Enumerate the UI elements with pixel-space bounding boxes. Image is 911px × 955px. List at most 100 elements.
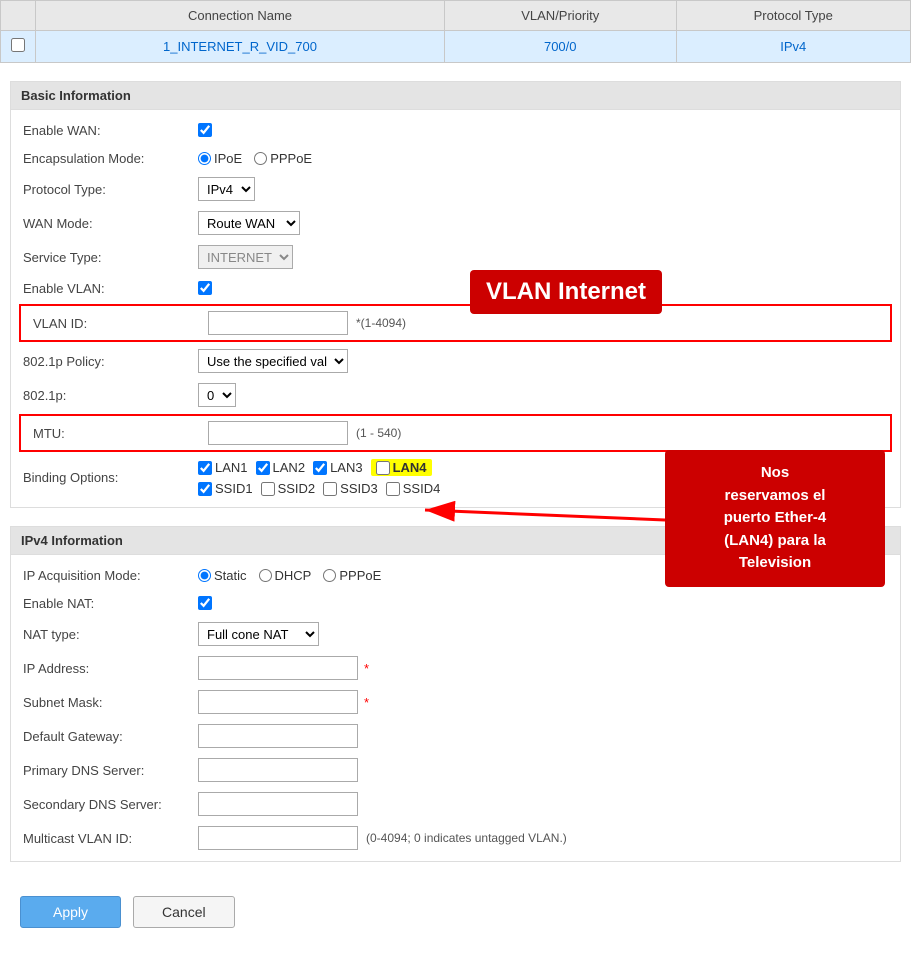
nos-arrow-line	[425, 510, 665, 520]
primary-dns-row: Primary DNS Server: 1.1.1.1	[11, 753, 900, 787]
col-connection-name: Connection Name	[36, 1, 445, 31]
ip-acq-static-label: Static	[214, 568, 247, 583]
primary-dns-label: Primary DNS Server:	[23, 763, 198, 778]
binding-ssid3-checkbox[interactable]	[323, 482, 337, 496]
button-row: Apply Cancel	[0, 880, 911, 944]
nos-reservamos-text: Nosreservamos elpuerto Ether-4(LAN4) par…	[724, 464, 827, 571]
ip-address-row: IP Address: 192.168.70.100 *	[11, 651, 900, 685]
col-checkbox	[1, 1, 36, 31]
ip-address-label: IP Address:	[23, 661, 198, 676]
dot1p-policy-select[interactable]: Use the specified valCopy from inner	[198, 349, 348, 373]
multicast-vlan-hint: (0-4094; 0 indicates untagged VLAN.)	[366, 831, 567, 845]
apply-button[interactable]: Apply	[20, 896, 121, 928]
mtu-label: MTU:	[33, 426, 208, 441]
service-type-select[interactable]: INTERNET	[198, 245, 293, 269]
primary-dns-input[interactable]: 1.1.1.1	[198, 758, 358, 782]
binding-lan3-checkbox[interactable]	[313, 461, 327, 475]
col-protocol-type: Protocol Type	[676, 1, 910, 31]
secondary-dns-row: Secondary DNS Server: 8.8.8.8	[11, 787, 900, 821]
subnet-mask-required: *	[364, 695, 369, 710]
binding-lan1: LAN1	[198, 460, 248, 475]
service-type-row: Service Type: INTERNET	[11, 240, 900, 274]
enable-wan-row: Enable WAN:	[11, 116, 900, 144]
binding-ssid2-checkbox[interactable]	[261, 482, 275, 496]
protocol-type-label: Protocol Type:	[23, 182, 198, 197]
default-gw-row: Default Gateway: 192.168.70.1	[11, 719, 900, 753]
basic-info-header: Basic Information	[11, 82, 900, 110]
enable-wan-label: Enable WAN:	[23, 123, 198, 138]
multicast-vlan-row: Multicast VLAN ID: (0-4094; 0 indicates …	[11, 821, 900, 855]
binding-ssid3: SSID3	[323, 481, 378, 496]
binding-row-2: SSID1 SSID2 SSID3 SSID4	[198, 481, 440, 496]
binding-lan3: LAN3	[313, 460, 363, 475]
binding-ssid1-checkbox[interactable]	[198, 482, 212, 496]
ip-acq-static-radio[interactable]	[198, 569, 211, 582]
binding-lan2-checkbox[interactable]	[256, 461, 270, 475]
dot1p-label: 802.1p:	[23, 388, 198, 403]
subnet-mask-row: Subnet Mask: 255.255.255.0 *	[11, 685, 900, 719]
dot1p-policy-label: 802.1p Policy:	[23, 354, 198, 369]
ip-acq-pppoe-label: PPPoE	[339, 568, 381, 583]
mtu-hint: (1 - 540)	[356, 426, 401, 440]
encapsulation-pppoe-label: PPPoE	[270, 151, 312, 166]
encapsulation-ipoe-label: IPoE	[214, 151, 242, 166]
encapsulation-row: Encapsulation Mode: IPoE PPPoE	[11, 144, 900, 172]
ip-acq-pppoe-radio[interactable]	[323, 569, 336, 582]
ip-address-input[interactable]: 192.168.70.100	[198, 656, 358, 680]
nat-type-row: NAT type: Full cone NAT Symmetric NAT	[11, 617, 900, 651]
wan-mode-label: WAN Mode:	[23, 216, 198, 231]
mtu-row-wrapper: MTU: 1500 (1 - 540)	[19, 414, 892, 452]
cell-vlan-priority: 700/0	[444, 31, 676, 63]
vlan-id-row-wrapper: VLAN ID: 700 *(1-4094)	[19, 304, 892, 342]
ip-acq-pppoe-option[interactable]: PPPoE	[323, 568, 381, 583]
mtu-input[interactable]: 1500	[208, 421, 348, 445]
wan-mode-select[interactable]: Route WAN Bridge WAN	[198, 211, 300, 235]
encapsulation-pppoe-radio[interactable]	[254, 152, 267, 165]
ip-acq-dhcp-option[interactable]: DHCP	[259, 568, 312, 583]
nat-type-label: NAT type:	[23, 627, 198, 642]
encapsulation-ipoe-option[interactable]: IPoE	[198, 151, 242, 166]
enable-nat-row: Enable NAT:	[11, 589, 900, 617]
multicast-vlan-label: Multicast VLAN ID:	[23, 831, 198, 846]
enable-wan-checkbox[interactable]	[198, 123, 212, 137]
protocol-type-select[interactable]: IPv4IPv6Both	[198, 177, 255, 201]
enable-vlan-checkbox[interactable]	[198, 281, 212, 295]
vlan-id-row: VLAN ID: 700 *(1-4094)	[21, 306, 890, 340]
cancel-button[interactable]: Cancel	[133, 896, 235, 928]
service-type-label: Service Type:	[23, 250, 198, 265]
default-gw-input[interactable]: 192.168.70.1	[198, 724, 358, 748]
ip-acq-dhcp-radio[interactable]	[259, 569, 272, 582]
binding-lan2: LAN2	[256, 460, 306, 475]
nos-reservamos-callout: Nosreservamos elpuerto Ether-4(LAN4) par…	[665, 450, 885, 587]
ip-acq-dhcp-label: DHCP	[275, 568, 312, 583]
table-row: 1_INTERNET_R_VID_700 700/0 IPv4	[1, 31, 911, 63]
encapsulation-radio-group: IPoE PPPoE	[198, 151, 312, 166]
encapsulation-pppoe-option[interactable]: PPPoE	[254, 151, 312, 166]
enable-vlan-label: Enable VLAN:	[23, 281, 198, 296]
dot1p-row: 802.1p: 01234567	[11, 378, 900, 412]
ip-acq-label: IP Acquisition Mode:	[23, 568, 198, 583]
encapsulation-label: Encapsulation Mode:	[23, 151, 198, 166]
secondary-dns-input[interactable]: 8.8.8.8	[198, 792, 358, 816]
binding-lan4-checkbox[interactable]	[376, 461, 390, 475]
default-gw-label: Default Gateway:	[23, 729, 198, 744]
binding-ssid2: SSID2	[261, 481, 316, 496]
ip-acq-static-option[interactable]: Static	[198, 568, 247, 583]
vlan-id-hint: *(1-4094)	[356, 316, 406, 330]
enable-vlan-row: Enable VLAN:	[11, 274, 900, 302]
binding-ssid4: SSID4	[386, 481, 441, 496]
enable-nat-checkbox[interactable]	[198, 596, 212, 610]
dot1p-select[interactable]: 01234567	[198, 383, 236, 407]
subnet-mask-label: Subnet Mask:	[23, 695, 198, 710]
binding-lan1-checkbox[interactable]	[198, 461, 212, 475]
subnet-mask-input[interactable]: 255.255.255.0	[198, 690, 358, 714]
vlan-internet-callout: VLAN Internet	[470, 270, 662, 314]
cell-connection-name: 1_INTERNET_R_VID_700	[36, 31, 445, 63]
binding-ssid4-checkbox[interactable]	[386, 482, 400, 496]
nat-type-select[interactable]: Full cone NAT Symmetric NAT	[198, 622, 319, 646]
multicast-vlan-input[interactable]	[198, 826, 358, 850]
vlan-id-input[interactable]: 700	[208, 311, 348, 335]
secondary-dns-label: Secondary DNS Server:	[23, 797, 198, 812]
encapsulation-ipoe-radio[interactable]	[198, 152, 211, 165]
row-checkbox[interactable]	[11, 38, 25, 52]
